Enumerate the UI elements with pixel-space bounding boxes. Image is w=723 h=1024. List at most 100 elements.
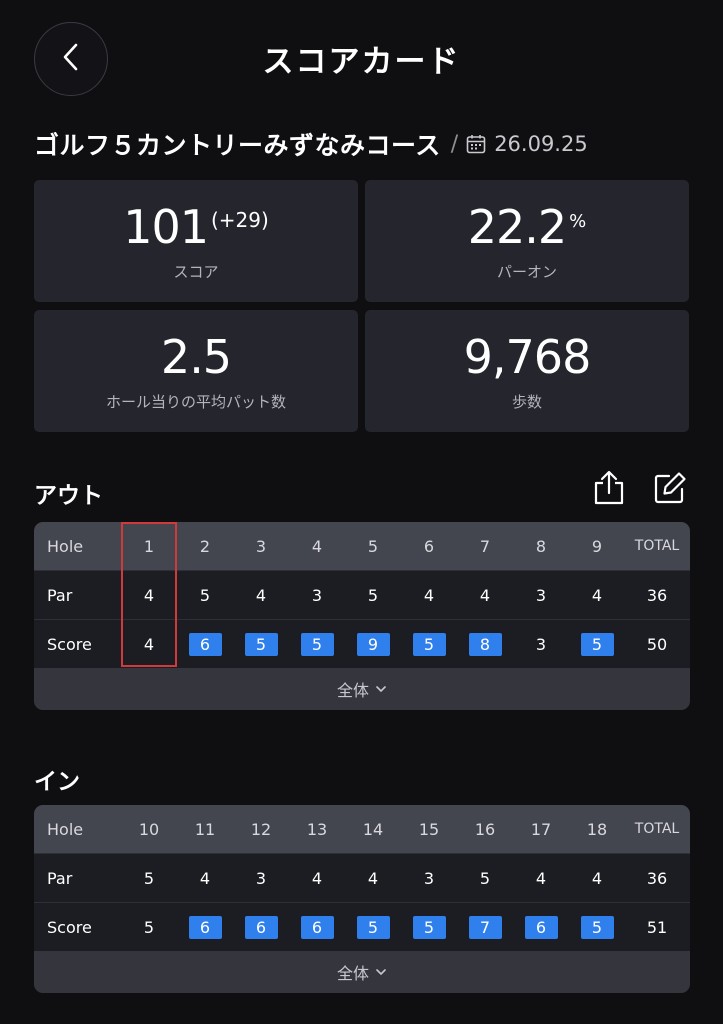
hole-number-cell: 10 xyxy=(138,819,160,839)
score-value-cell: 5 xyxy=(345,903,401,951)
par-value-cell: 4 xyxy=(367,868,379,888)
course-info: ゴルフ５カントリーみずなみコース / 26.09.25 xyxy=(34,124,694,164)
hole-number-cell: 7 xyxy=(479,536,491,556)
hole-number-cell: 9 xyxy=(591,536,603,556)
over-par-badge: 5 xyxy=(412,915,446,939)
hole-number-cell: 3 xyxy=(255,536,267,556)
hole-row: Hole 1 2 3 4 5 6 7 8 9 TOTAL xyxy=(34,522,690,570)
score-value-cell: 6 xyxy=(177,620,233,668)
score-value-cell: 6 xyxy=(513,903,569,951)
par-value-cell: 4 xyxy=(199,868,211,888)
over-par-badge: 6 xyxy=(188,632,222,656)
over-par-badge: 8 xyxy=(468,632,502,656)
par-value-cell: 3 xyxy=(255,868,267,888)
hole-number-cell: 2 xyxy=(199,536,211,556)
course-name: ゴルフ５カントリーみずなみコース xyxy=(34,131,441,160)
total-par-value-cell: 36 xyxy=(646,585,668,605)
over-par-badge: 5 xyxy=(300,632,334,656)
stat-value: 101 xyxy=(123,200,209,254)
par-value-cell: 4 xyxy=(591,585,603,605)
hole-number-cell: 6 xyxy=(423,536,435,556)
hole-number-cell: 13 xyxy=(306,819,328,839)
hole-number-cell: 18 xyxy=(586,819,608,839)
score-value-cell: 5 xyxy=(233,620,289,668)
total-header-cell: TOTAL xyxy=(634,538,680,554)
score-value-cell: 5 xyxy=(289,620,345,668)
over-par-badge: 6 xyxy=(244,915,278,939)
score-value-cell: 9 xyxy=(345,620,401,668)
par-value-cell: 4 xyxy=(423,585,435,605)
par-value-cell: 4 xyxy=(591,868,603,888)
par-row: Par 4 5 4 3 5 4 4 3 4 36 xyxy=(34,571,690,619)
out-section-title: アウト xyxy=(34,483,103,509)
over-par-badge: 5 xyxy=(580,632,614,656)
par-row: Par 5 4 3 4 4 3 5 4 4 36 xyxy=(34,854,690,902)
hole-number-cell: 1 xyxy=(143,536,155,556)
total-score-value-cell: 51 xyxy=(646,917,668,937)
in-section-title: イン xyxy=(34,769,80,795)
stat-sub-value: (+29) xyxy=(211,208,269,232)
expand-all-button[interactable]: 全体 xyxy=(34,668,690,710)
separator: / xyxy=(450,131,459,157)
row-label-par: Par xyxy=(47,585,73,605)
stat-card-score: 101 (+29) スコア xyxy=(34,180,358,302)
row-label-score: Score xyxy=(47,634,92,654)
chevron-down-icon xyxy=(375,968,387,976)
over-par-badge: 5 xyxy=(580,915,614,939)
score-value-cell: 6 xyxy=(289,903,345,951)
score-value-cell: 7 xyxy=(457,903,513,951)
header: スコアカード xyxy=(0,0,723,118)
stat-card-steps: 9,768 歩数 xyxy=(365,310,689,432)
over-par-badge: 7 xyxy=(468,915,502,939)
expand-label: 全体 xyxy=(336,964,369,983)
score-value-cell: 5 xyxy=(569,903,625,951)
total-par-value-cell: 36 xyxy=(646,868,668,888)
over-par-badge: 6 xyxy=(188,915,222,939)
par-value-cell: 3 xyxy=(535,585,547,605)
over-par-badge: 6 xyxy=(300,915,334,939)
hole-number-cell: 8 xyxy=(535,536,547,556)
chevron-down-icon xyxy=(375,685,387,693)
score-row: Score 5 6 6 6 5 5 7 6 5 51 xyxy=(34,903,690,951)
par-value-cell: 5 xyxy=(199,585,211,605)
par-value-cell: 3 xyxy=(311,585,323,605)
over-par-badge: 5 xyxy=(412,632,446,656)
page-title: スコアカード xyxy=(262,44,461,80)
hole-row: Hole 10 11 12 13 14 15 16 17 18 TOTAL xyxy=(34,805,690,853)
total-header-cell: TOTAL xyxy=(634,821,680,837)
hole-number-cell: 4 xyxy=(311,536,323,556)
hole-number-cell: 5 xyxy=(367,536,379,556)
score-value-cell: 6 xyxy=(177,903,233,951)
over-par-badge: 6 xyxy=(524,915,558,939)
share-icon[interactable] xyxy=(592,470,626,510)
over-par-badge: 5 xyxy=(244,632,278,656)
edit-icon[interactable] xyxy=(653,471,687,509)
expand-all-button[interactable]: 全体 xyxy=(34,951,690,993)
row-label-score: Score xyxy=(47,917,92,937)
score-value-cell: 6 xyxy=(233,903,289,951)
stat-unit: % xyxy=(569,211,587,232)
stat-value: 22.2 xyxy=(467,200,567,254)
calendar-icon xyxy=(466,134,486,154)
score-value-cell: 5 xyxy=(401,903,457,951)
hole-number-cell: 17 xyxy=(530,819,552,839)
score-value-cell: 3 xyxy=(535,634,547,654)
par-value-cell: 4 xyxy=(535,868,547,888)
stat-value: 2.5 xyxy=(160,330,232,384)
par-value-cell: 5 xyxy=(479,868,491,888)
round-date: 26.09.25 xyxy=(494,132,588,156)
in-score-table: Hole 10 11 12 13 14 15 16 17 18 TOTAL Par 5 4 3 4 4 3 5… xyxy=(34,805,690,993)
score-value-cell: 5 xyxy=(401,620,457,668)
score-value-cell: 5 xyxy=(569,620,625,668)
expand-label: 全体 xyxy=(336,681,369,700)
row-label-hole: Hole xyxy=(47,819,84,839)
hole-number-cell: 12 xyxy=(250,819,272,839)
stat-card-green-in-regulation: 22.2% パーオン xyxy=(365,180,689,302)
hole-number-cell: 14 xyxy=(362,819,384,839)
row-label-hole: Hole xyxy=(47,536,84,556)
stat-label: ホール当りの平均パット数 xyxy=(105,393,286,411)
score-row: Score 4 6 5 5 9 5 8 3 5 50 xyxy=(34,620,690,668)
stat-card-avg-putts: 2.5 ホール当りの平均パット数 xyxy=(34,310,358,432)
stat-label: スコア xyxy=(173,263,219,281)
score-value-cell: 5 xyxy=(143,917,155,937)
